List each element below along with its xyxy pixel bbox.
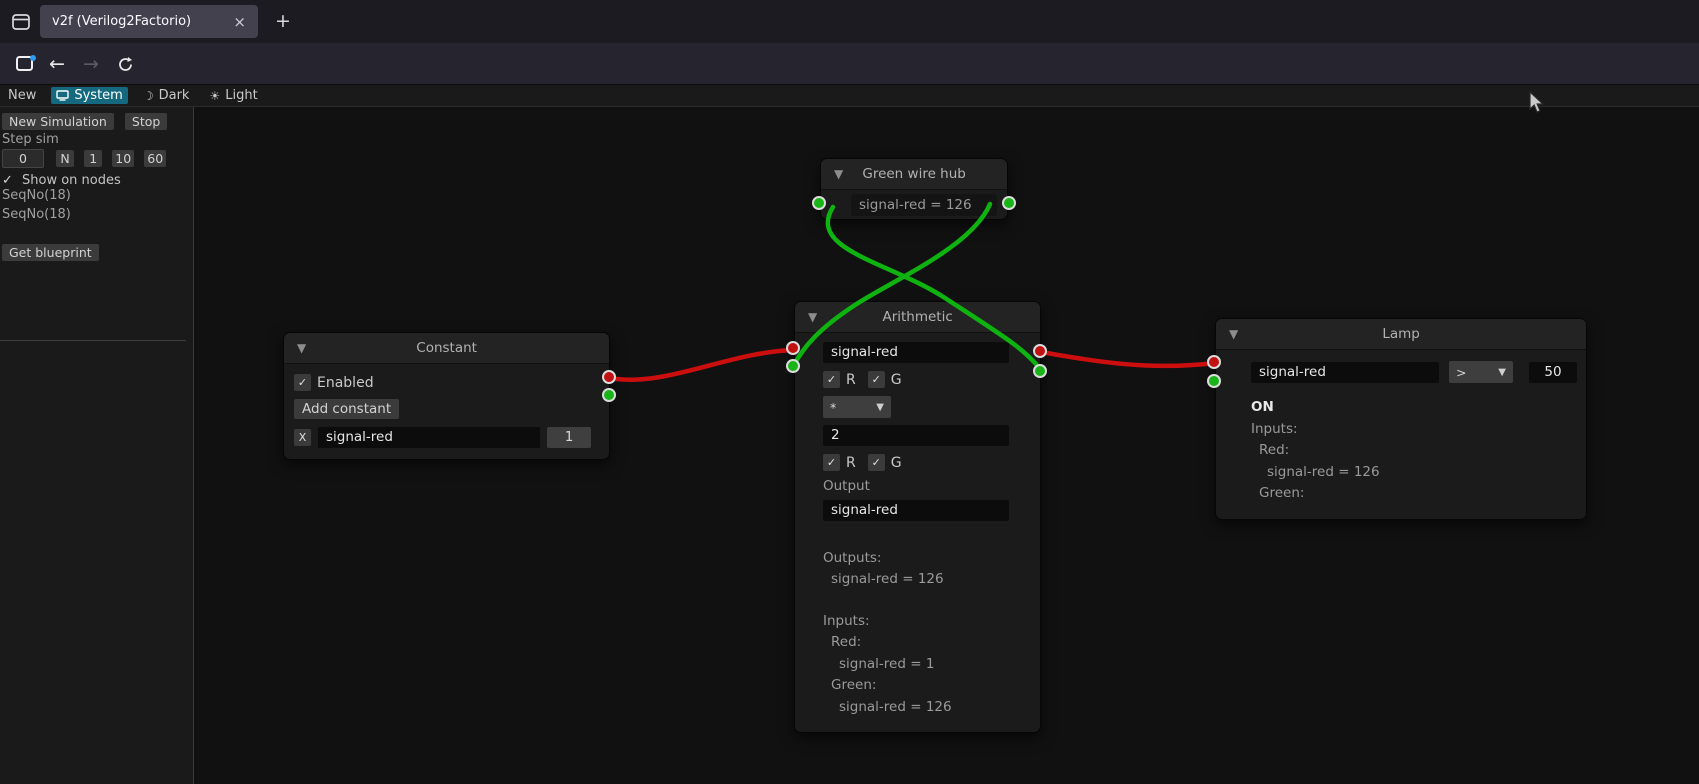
browser-window: { "browser": { "tab_title": "v2f (Verilo… (0, 0, 1699, 784)
node-title: Lamp (1238, 326, 1564, 342)
chevron-down-icon: ▼ (1498, 367, 1506, 378)
arithmetic-right-green-port[interactable] (1033, 364, 1047, 378)
show-on-nodes-checkbox[interactable]: ✓ Show on nodes (2, 169, 121, 188)
browser-nav-bar: ← → benjaminc.dev/v2f/ (0, 43, 1699, 85)
simulation-sidebar: New Simulation Stop Step sim 0 N 1 10 60… (0, 107, 193, 784)
enabled-row: ✓ Enabled (294, 374, 609, 391)
collapse-icon[interactable]: ▼ (1229, 327, 1238, 341)
node-arithmetic[interactable]: ▼ Arithmetic signal-red ✓ R ✓ G * ▼ 2 ✓ … (794, 301, 1041, 733)
enabled-checkbox[interactable]: ✓ (294, 374, 311, 391)
seqno-item-1[interactable]: SeqNo(18) (2, 188, 71, 203)
remove-constant-button[interactable]: X (294, 429, 311, 446)
green-inputs-label: Green: (823, 675, 1026, 697)
get-blueprint-button[interactable]: Get blueprint (2, 244, 99, 261)
node-header[interactable]: ▼ Constant (284, 333, 609, 364)
step-60-button[interactable]: 60 (144, 150, 166, 167)
lamp-signal-input[interactable]: signal-red (1251, 362, 1439, 383)
new-button[interactable]: New (3, 87, 41, 104)
back-button[interactable]: ← (44, 43, 70, 85)
collapse-icon[interactable]: ▼ (808, 310, 817, 324)
constant-value-input[interactable]: 1 (547, 427, 591, 448)
output-label: Output (823, 476, 1026, 498)
constant-green-output-port[interactable] (602, 388, 616, 402)
mouse-cursor (1526, 90, 1548, 114)
forward-button[interactable]: → (78, 43, 104, 85)
reload-button[interactable] (112, 43, 138, 85)
monitor-icon (56, 90, 69, 101)
step-count-input[interactable]: 0 (2, 149, 44, 168)
green-inputs-label: Green: (1251, 483, 1586, 505)
chevron-down-icon: ▼ (876, 402, 884, 413)
hub-value: signal-red = 126 (851, 194, 997, 216)
tab-close-icon[interactable]: × (231, 13, 248, 31)
node-title: Constant (306, 340, 587, 356)
app-toolbar: New System ☽ Dark ☀ Light (0, 85, 1699, 107)
lamp-state: ON (1251, 397, 1586, 419)
lamp-green-input-port[interactable] (1207, 374, 1221, 388)
output-red-checkbox[interactable]: ✓ (823, 454, 840, 471)
browser-tab[interactable]: v2f (Verilog2Factorio) × (40, 5, 258, 38)
step-1-button[interactable]: 1 (84, 150, 102, 167)
sidebar-divider (0, 340, 186, 341)
new-simulation-button[interactable]: New Simulation (2, 113, 114, 130)
red-inputs-value: signal-red = 126 (1251, 462, 1586, 484)
constant-signal-input[interactable]: signal-red (318, 427, 540, 448)
node-green-wire-hub[interactable]: ▼ Green wire hub signal-red = 126 (820, 158, 1008, 220)
hub-right-green-port[interactable] (1002, 196, 1016, 210)
stop-button[interactable]: Stop (125, 113, 167, 130)
node-header[interactable]: ▼ Arithmetic (795, 302, 1040, 333)
step-sim-label: Step sim (2, 132, 59, 147)
firefox-view-icon[interactable] (10, 11, 32, 33)
arithmetic-output-signal[interactable]: signal-red (823, 500, 1009, 521)
step-n-button[interactable]: N (56, 150, 74, 167)
inputs-label: Inputs: (1251, 419, 1586, 441)
sidebar-toggle-icon[interactable] (12, 43, 40, 85)
operand-input[interactable]: 2 (823, 425, 1009, 446)
node-title: Arithmetic (817, 309, 1018, 325)
arithmetic-input-signal[interactable]: signal-red (823, 342, 1009, 363)
comparator-dropdown[interactable]: > ▼ (1449, 361, 1513, 383)
node-constant[interactable]: ▼ Constant ✓ Enabled Add constant X sign… (283, 332, 610, 460)
red-inputs-label: Red: (1251, 440, 1586, 462)
tab-title: v2f (Verilog2Factorio) (52, 14, 231, 29)
red-inputs-label: Red: (823, 632, 1026, 654)
arithmetic-left-red-port[interactable] (786, 341, 800, 355)
node-lamp[interactable]: ▼ Lamp signal-red > ▼ 50 ON Inputs: Red:… (1215, 318, 1587, 520)
node-title: Green wire hub (843, 166, 985, 182)
lamp-red-input-port[interactable] (1207, 355, 1221, 369)
seqno-item-2[interactable]: SeqNo(18) (2, 207, 71, 222)
theme-dark-button[interactable]: ☽ Dark (138, 87, 195, 104)
outputs-label: Outputs: (823, 548, 1026, 570)
check-icon: ✓ (2, 173, 13, 188)
constant-red-output-port[interactable] (602, 370, 616, 384)
arithmetic-left-green-port[interactable] (786, 359, 800, 373)
hub-left-green-port[interactable] (812, 196, 826, 210)
browser-tab-bar: v2f (Verilog2Factorio) × + (0, 0, 1699, 43)
moon-icon: ☽ (143, 89, 154, 103)
lamp-threshold-input[interactable]: 50 (1529, 362, 1577, 383)
red-inputs-value: signal-red = 1 (823, 654, 1026, 676)
add-constant-button[interactable]: Add constant (294, 399, 399, 419)
collapse-icon[interactable]: ▼ (834, 167, 843, 181)
outputs-value: signal-red = 126 (823, 569, 1026, 591)
green-inputs-value: signal-red = 126 (823, 697, 1026, 719)
sun-icon: ☀ (209, 89, 220, 103)
arithmetic-right-red-port[interactable] (1033, 344, 1047, 358)
new-tab-button[interactable]: + (270, 8, 296, 34)
input-green-checkbox[interactable]: ✓ (868, 371, 885, 388)
inputs-label: Inputs: (823, 611, 1026, 633)
collapse-icon[interactable]: ▼ (297, 341, 306, 355)
input-red-checkbox[interactable]: ✓ (823, 371, 840, 388)
step-10-button[interactable]: 10 (112, 150, 134, 167)
output-green-checkbox[interactable]: ✓ (868, 454, 885, 471)
node-header[interactable]: ▼ Green wire hub (821, 159, 1007, 190)
theme-system-button[interactable]: System (51, 87, 127, 104)
node-header[interactable]: ▼ Lamp (1216, 319, 1586, 350)
operator-dropdown[interactable]: * ▼ (823, 396, 891, 418)
theme-light-button[interactable]: ☀ Light (204, 87, 262, 104)
